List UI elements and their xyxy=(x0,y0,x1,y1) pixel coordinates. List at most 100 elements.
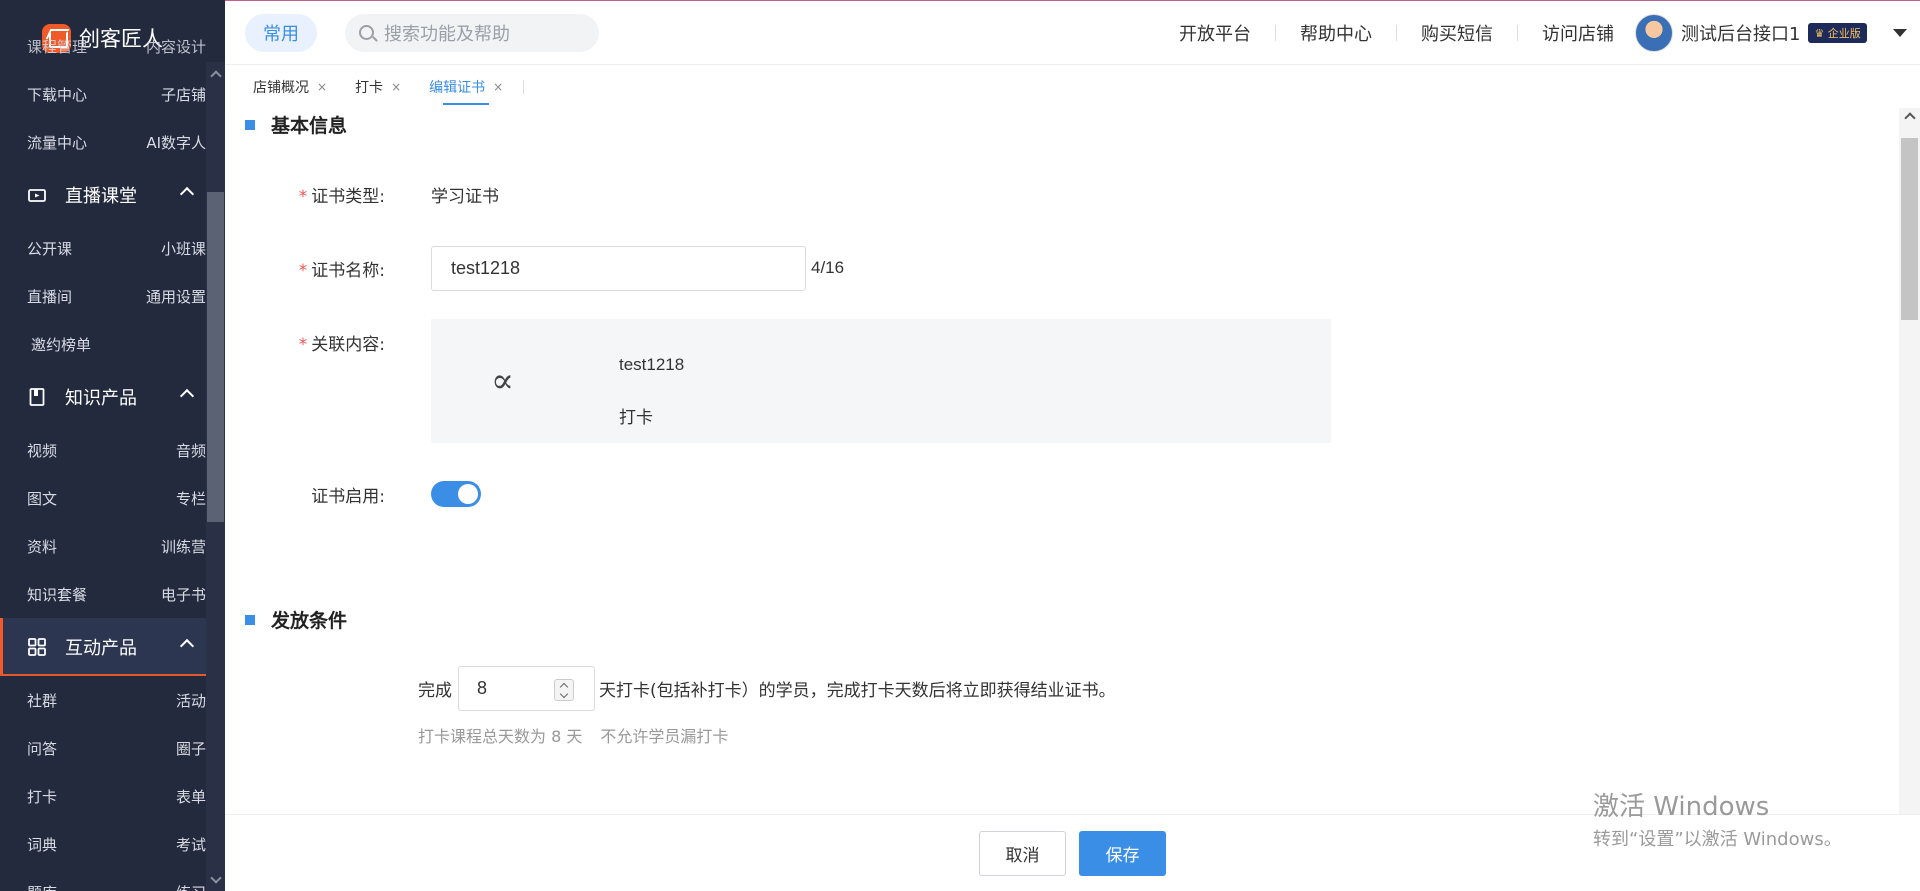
sidebar-row: 题库 练习 xyxy=(0,868,206,891)
sidebar-group-knowledge[interactable]: 知识产品 xyxy=(0,368,206,426)
condition-suffix: 天打卡(包括补打卡）的学员，完成打卡天数后将立即获得结业证书。 xyxy=(599,681,1116,701)
close-icon[interactable]: × xyxy=(317,80,327,94)
sidebar-item-small-class[interactable]: 小班课 xyxy=(115,238,206,259)
sidebar: 创客匠人 课程管理 内容设计 下载中心 子店铺 流量中心 AI数字人 直播课堂 … xyxy=(0,0,225,891)
chevron-up-icon xyxy=(179,388,195,404)
sidebar-item-ebook[interactable]: 电子书 xyxy=(115,584,206,605)
grid-icon xyxy=(27,637,47,657)
cancel-button[interactable]: 取消 xyxy=(979,831,1066,876)
number-stepper-icon[interactable] xyxy=(554,679,574,701)
sidebar-row: 词典 考试 xyxy=(0,820,206,868)
chevron-up-icon xyxy=(179,186,195,202)
section-marker xyxy=(245,119,255,130)
sidebar-group-interactive[interactable]: 互动产品 xyxy=(0,618,206,676)
type-label: * 证书类型: xyxy=(225,182,385,207)
label-text: 证书类型: xyxy=(311,187,385,207)
sidebar-scrollbar-thumb[interactable] xyxy=(207,192,224,522)
close-icon[interactable]: × xyxy=(391,80,401,94)
scroll-up-arrow-icon[interactable] xyxy=(1904,112,1916,124)
sidebar-item-audio[interactable]: 音频 xyxy=(115,440,206,461)
sidebar-item-activity[interactable]: 活动 xyxy=(115,690,206,711)
certificate-form: 基本信息 * 证书类型: 学习证书 * 证书名称: test1218 4/16 * 关… xyxy=(225,108,1899,814)
enterprise-badge: ♛ 企业版 xyxy=(1808,23,1867,43)
days-value: 8 xyxy=(477,678,488,698)
close-icon[interactable]: × xyxy=(493,80,503,94)
common-button[interactable]: 常用 xyxy=(245,13,317,52)
sidebar-row: 直播间 通用设置 xyxy=(0,272,206,320)
sidebar-item-general-settings[interactable]: 通用设置 xyxy=(115,286,206,307)
sidebar-item-bundle[interactable]: 知识套餐 xyxy=(0,584,115,605)
caret-down-icon[interactable] xyxy=(1892,29,1907,37)
section-title: 发放条件 xyxy=(271,610,348,632)
sidebar-item[interactable]: 课程管理 xyxy=(0,36,115,57)
user-name: 测试后台接口1 xyxy=(1681,24,1801,45)
linked-content-card[interactable]: ∝ test1218 打卡 xyxy=(431,319,1331,443)
save-button[interactable]: 保存 xyxy=(1079,831,1166,876)
open-platform-link[interactable]: 开放平台 xyxy=(1155,20,1275,46)
sidebar-item-traffic-center[interactable]: 流量中心 xyxy=(0,132,115,153)
sidebar-item-article[interactable]: 图文 xyxy=(0,488,115,509)
windows-activation-watermark: 激活 Windows 转到“设置”以激活 Windows。 xyxy=(1593,786,1842,851)
visit-store-link[interactable]: 访问店铺 xyxy=(1518,20,1638,46)
sidebar-item-video[interactable]: 视频 xyxy=(0,440,115,461)
sidebar-item-ai-human[interactable]: AI数字人 xyxy=(115,132,206,153)
search-input[interactable]: 搜索功能及帮助 xyxy=(345,13,599,52)
tab-checkin[interactable]: 打卡 × xyxy=(341,65,415,109)
label-text: 关联内容: xyxy=(311,335,385,355)
sidebar-row: 资料 训练营 xyxy=(0,522,206,570)
sidebar-item-download-center[interactable]: 下载中心 xyxy=(0,84,115,105)
sidebar-item[interactable]: 内容设计 xyxy=(115,36,206,57)
certificate-enable-toggle[interactable] xyxy=(431,481,481,507)
user-menu[interactable]: 测试后台接口1 ♛ 企业版 xyxy=(1635,14,1907,52)
sidebar-item-sub-store[interactable]: 子店铺 xyxy=(115,84,206,105)
required-mark: * xyxy=(298,187,308,207)
help-center-link[interactable]: 帮助中心 xyxy=(1276,20,1396,46)
sidebar-group-label: 直播课堂 xyxy=(65,186,137,207)
sidebar-row: 公开课 小班课 xyxy=(0,224,206,272)
section-title: 基本信息 xyxy=(271,115,348,137)
sidebar-item-live-room[interactable]: 直播间 xyxy=(0,286,115,307)
certificate-name-input[interactable]: test1218 xyxy=(431,246,806,291)
sidebar-item-public-class[interactable]: 公开课 xyxy=(0,238,115,259)
sidebar-item-practice[interactable]: 练习 xyxy=(115,882,206,891)
sidebar-item-checkin[interactable]: 打卡 xyxy=(0,786,115,807)
enable-label: 证书启用: xyxy=(311,487,385,507)
sidebar-row: 问答 圈子 xyxy=(0,724,206,772)
main-scrollbar[interactable] xyxy=(1899,108,1920,814)
sidebar-row: 下载中心 子店铺 xyxy=(0,70,206,118)
required-mark: * xyxy=(298,261,308,281)
sidebar-item-exam[interactable]: 考试 xyxy=(115,834,206,855)
tab-edit-certificate[interactable]: 编辑证书 × xyxy=(415,65,517,109)
sidebar-item-materials[interactable]: 资料 xyxy=(0,536,115,557)
issue-condition-row: 完成 8 天打卡(包括补打卡）的学员，完成打卡天数后将立即获得结业证书。 xyxy=(418,666,1116,711)
sidebar-row: 图文 专栏 xyxy=(0,474,206,522)
char-counter: 4/16 xyxy=(811,258,845,277)
sidebar-item-form[interactable]: 表单 xyxy=(115,786,206,807)
divider xyxy=(523,79,525,94)
sidebar-item-invite-ranking[interactable]: 邀约榜单 xyxy=(0,334,91,355)
top-header: 常用 搜索功能及帮助 开放平台 帮助中心 购买短信 访问店铺 测试后台接口1 ♛… xyxy=(225,0,1920,64)
sidebar-item-column[interactable]: 专栏 xyxy=(115,488,206,509)
sidebar-item-question-bank[interactable]: 题库 xyxy=(0,882,115,891)
sidebar-group-live[interactable]: 直播课堂 xyxy=(0,166,206,224)
watermark-line2: 转到“设置”以激活 Windows。 xyxy=(1593,829,1842,850)
watermark-line1: 激活 Windows xyxy=(1593,792,1770,822)
sidebar-item-dictionary[interactable]: 词典 xyxy=(0,834,115,855)
sidebar-item-camp[interactable]: 训练营 xyxy=(115,536,206,557)
sidebar-row: 打卡 表单 xyxy=(0,772,206,820)
buy-sms-link[interactable]: 购买短信 xyxy=(1397,20,1517,46)
sidebar-item-qa[interactable]: 问答 xyxy=(0,738,115,759)
sidebar-item-circle[interactable]: 圈子 xyxy=(115,738,206,759)
condition-hint: 打卡课程总天数为 8 天 不允许学员漏打卡 xyxy=(418,723,728,747)
sidebar-group-label: 知识产品 xyxy=(65,388,137,409)
live-icon xyxy=(27,185,47,205)
tab-label: 编辑证书 xyxy=(429,79,486,96)
avatar xyxy=(1635,14,1673,52)
main-scrollbar-thumb[interactable] xyxy=(1901,138,1918,320)
days-number-input[interactable]: 8 xyxy=(458,666,595,711)
certificate-type-value: 学习证书 xyxy=(431,187,499,207)
sidebar-item-community[interactable]: 社群 xyxy=(0,690,115,711)
tab-label: 店铺概况 xyxy=(253,79,309,96)
tab-store-overview[interactable]: 店铺概况 × xyxy=(225,65,341,109)
search-icon xyxy=(359,25,374,40)
